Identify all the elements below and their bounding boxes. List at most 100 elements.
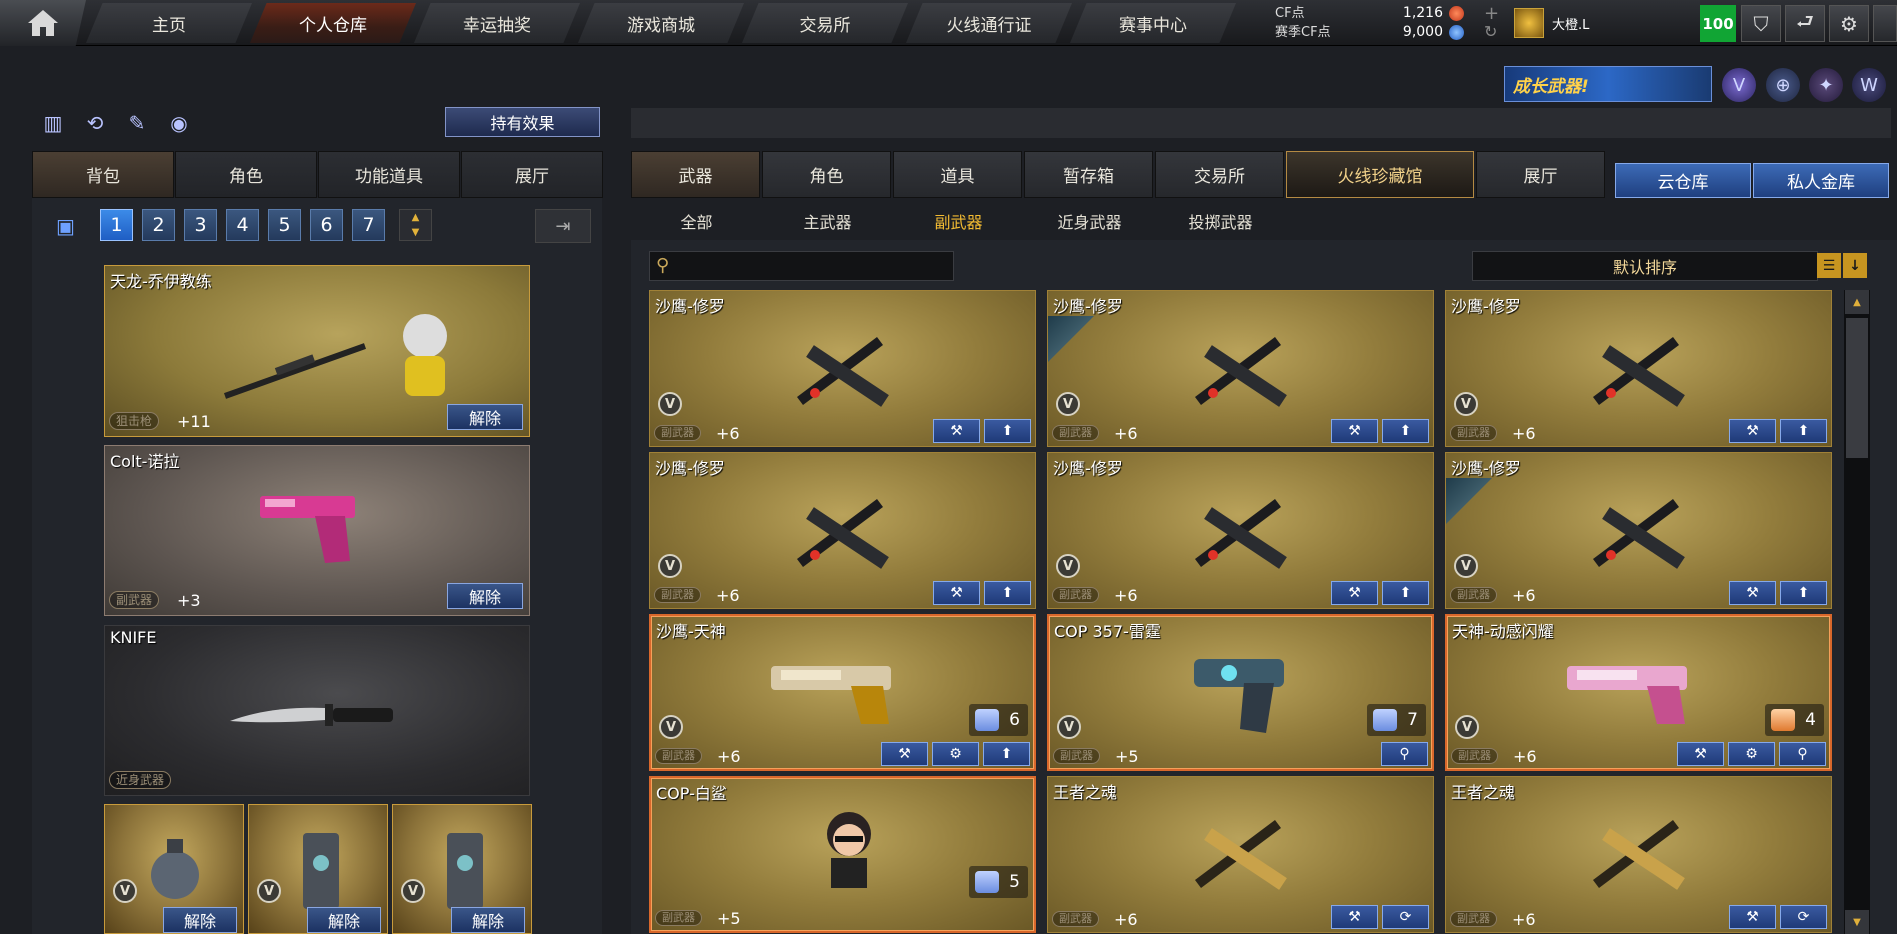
- tab-items[interactable]: 道具: [893, 151, 1022, 198]
- nav-game-mall[interactable]: 游戏商城: [578, 3, 744, 43]
- weapon-card[interactable]: 沙鹰-修罗 V 副武器 +6 ⚒ ⬆: [1047, 290, 1434, 447]
- sort-direction-icon[interactable]: ↓: [1843, 253, 1867, 278]
- scroll-up-arrow-icon[interactable]: ▲: [1845, 290, 1869, 314]
- page-3-button[interactable]: 3: [184, 209, 217, 241]
- nav-personal-warehouse[interactable]: 个人仓库: [250, 3, 416, 43]
- upgrade-button[interactable]: ⬆: [984, 419, 1031, 443]
- unequip-button[interactable]: 解除: [447, 404, 523, 430]
- pet-icon[interactable]: ◉: [164, 108, 194, 138]
- weapon-card[interactable]: 天神-动感闪耀 V 4 副武器 +6 ⚒ ⚙ ⚲: [1445, 614, 1832, 771]
- nav-event-center[interactable]: 赛事中心: [1070, 3, 1236, 43]
- equipped-sniper-slot[interactable]: 天龙-乔伊教练 狙击枪 +11 解除: [104, 265, 530, 437]
- user-info[interactable]: 大橙.L: [1514, 8, 1589, 38]
- upgrade-button[interactable]: ⬆: [1382, 419, 1429, 443]
- unequip-button[interactable]: 解除: [451, 907, 525, 933]
- throwable-slot-2[interactable]: V 解除: [248, 804, 388, 934]
- tab-character[interactable]: 角色: [175, 151, 317, 198]
- weapon-card[interactable]: 沙鹰-修罗 V 副武器 +6 ⚒ ⬆: [649, 290, 1036, 447]
- wrench-icon[interactable]: ✦: [1809, 68, 1843, 102]
- nav-home[interactable]: 主页: [86, 3, 252, 43]
- tab-function-items[interactable]: 功能道具: [318, 151, 460, 198]
- tab-showroom[interactable]: 展厅: [1476, 151, 1605, 198]
- modify-button[interactable]: ⚒: [1729, 581, 1776, 605]
- sort-dropdown[interactable]: 默认排序: [1472, 251, 1818, 281]
- weapon-card[interactable]: COP-白鲨 5 副武器 +5: [649, 776, 1036, 933]
- subtab-melee[interactable]: 近身武器: [1024, 204, 1155, 238]
- subtab-throwable[interactable]: 投掷武器: [1155, 204, 1286, 238]
- page-2-button[interactable]: 2: [142, 209, 175, 241]
- subtab-primary[interactable]: 主武器: [762, 204, 893, 238]
- search-input[interactable]: [682, 254, 947, 278]
- tab-storage-box[interactable]: 暂存箱: [1024, 151, 1153, 198]
- modify-button[interactable]: ⚒: [1331, 581, 1378, 605]
- settings-button[interactable]: ⚙: [932, 742, 979, 766]
- history-icon[interactable]: ⟲: [80, 108, 110, 138]
- equipped-knife-slot[interactable]: KNIFE 近身武器: [104, 625, 530, 796]
- modify-button[interactable]: ⚒: [1729, 419, 1776, 443]
- convert-button[interactable]: ⟳: [1382, 905, 1429, 929]
- share-loadout-button[interactable]: ⇥: [535, 209, 591, 243]
- modify-button[interactable]: ⚒: [881, 742, 928, 766]
- held-effect-button[interactable]: 持有效果: [445, 107, 600, 137]
- page-1-button[interactable]: 1: [100, 209, 133, 241]
- back-button[interactable]: ⮐: [1785, 5, 1825, 42]
- unequip-button[interactable]: 解除: [163, 907, 237, 933]
- page-updown-button[interactable]: ▲ ▼: [399, 209, 432, 241]
- tab-showroom[interactable]: 展厅: [461, 151, 603, 198]
- equipped-pistol-slot[interactable]: Colt-诺拉 副武器 +3 解除: [104, 445, 530, 616]
- list-view-icon[interactable]: ☰: [1817, 253, 1841, 278]
- modify-button[interactable]: ⚒: [1729, 905, 1776, 929]
- private-vault-button[interactable]: 私人金库: [1753, 163, 1889, 198]
- modify-button[interactable]: ⚒: [1331, 419, 1378, 443]
- throwable-slot-3[interactable]: V 解除: [392, 804, 532, 934]
- settings-button[interactable]: ⚙: [1728, 742, 1775, 766]
- grid-scrollbar[interactable]: ▲ ▼: [1844, 290, 1870, 934]
- tab-exchange[interactable]: 交易所: [1155, 151, 1284, 198]
- nav-exchange[interactable]: 交易所: [742, 3, 908, 43]
- weapon-card[interactable]: 沙鹰-修罗 V 副武器 +6 ⚒ ⬆: [1047, 452, 1434, 609]
- nav-battle-pass[interactable]: 火线通行证: [906, 3, 1072, 43]
- upgrade-button[interactable]: ⬆: [1780, 419, 1827, 443]
- inspect-button[interactable]: ⚲: [1381, 742, 1428, 766]
- weapon-card[interactable]: 王者之魂 副武器 +6 ⚒ ⟳: [1047, 776, 1434, 933]
- settings-button[interactable]: ⚙: [1829, 5, 1869, 42]
- tab-weapons[interactable]: 武器: [631, 151, 760, 198]
- scroll-thumb[interactable]: [1846, 318, 1868, 458]
- scroll-down-arrow-icon[interactable]: ▼: [1845, 910, 1869, 934]
- page-7-button[interactable]: 7: [352, 209, 385, 241]
- nav-lucky-draw[interactable]: 幸运抽奖: [414, 3, 580, 43]
- home-button[interactable]: [0, 0, 86, 46]
- craft-icon[interactable]: ✎: [122, 108, 152, 138]
- subtab-secondary[interactable]: 副武器: [893, 204, 1024, 238]
- upgrade-button[interactable]: ⬆: [984, 581, 1031, 605]
- weapon-card[interactable]: 沙鹰-修罗 V 副武器 +6 ⚒ ⬆: [1445, 452, 1832, 609]
- tab-backpack[interactable]: 背包: [32, 151, 174, 198]
- upgrade-button[interactable]: ⬆: [983, 742, 1030, 766]
- modify-button[interactable]: ⚒: [1677, 742, 1724, 766]
- weapon-card[interactable]: 沙鹰-天神 V 6 副武器 +6 ⚒ ⚙ ⬆: [649, 614, 1036, 771]
- unequip-button[interactable]: 解除: [307, 907, 381, 933]
- page-4-button[interactable]: 4: [226, 209, 259, 241]
- modify-button[interactable]: ⚒: [933, 419, 980, 443]
- weapon-card[interactable]: 王者之魂 副武器 +6 ⚒ ⟳: [1445, 776, 1832, 933]
- add-points-icon[interactable]: +: [1484, 3, 1499, 24]
- refresh-icon[interactable]: ↻: [1484, 22, 1497, 41]
- modify-button[interactable]: ⚒: [933, 581, 980, 605]
- modify-button[interactable]: ⚒: [1331, 905, 1378, 929]
- weapon-card[interactable]: COP 357-雷霆 V 7 副武器 +5 ⚲: [1047, 614, 1434, 771]
- wings-icon[interactable]: W: [1852, 68, 1886, 102]
- upgrade-button[interactable]: ⬆: [1780, 581, 1827, 605]
- extra-button[interactable]: [1873, 5, 1897, 42]
- weapon-card[interactable]: 沙鹰-修罗 V 副武器 +6 ⚒ ⬆: [1445, 290, 1832, 447]
- page-6-button[interactable]: 6: [310, 209, 343, 241]
- unequip-button[interactable]: 解除: [447, 583, 523, 609]
- throwable-slot-1[interactable]: V 解除: [104, 804, 244, 934]
- v-emblem-icon[interactable]: V: [1722, 68, 1756, 102]
- convert-button[interactable]: ⟳: [1780, 905, 1827, 929]
- crosshair-icon[interactable]: ⊕: [1766, 68, 1800, 102]
- weapon-card[interactable]: 沙鹰-修罗 V 副武器 +6 ⚒ ⬆: [649, 452, 1036, 609]
- upgrade-button[interactable]: ⬆: [1382, 581, 1429, 605]
- cloud-warehouse-button[interactable]: 云仓库: [1615, 163, 1751, 198]
- page-5-button[interactable]: 5: [268, 209, 301, 241]
- ranking-icon[interactable]: ▥: [38, 108, 68, 138]
